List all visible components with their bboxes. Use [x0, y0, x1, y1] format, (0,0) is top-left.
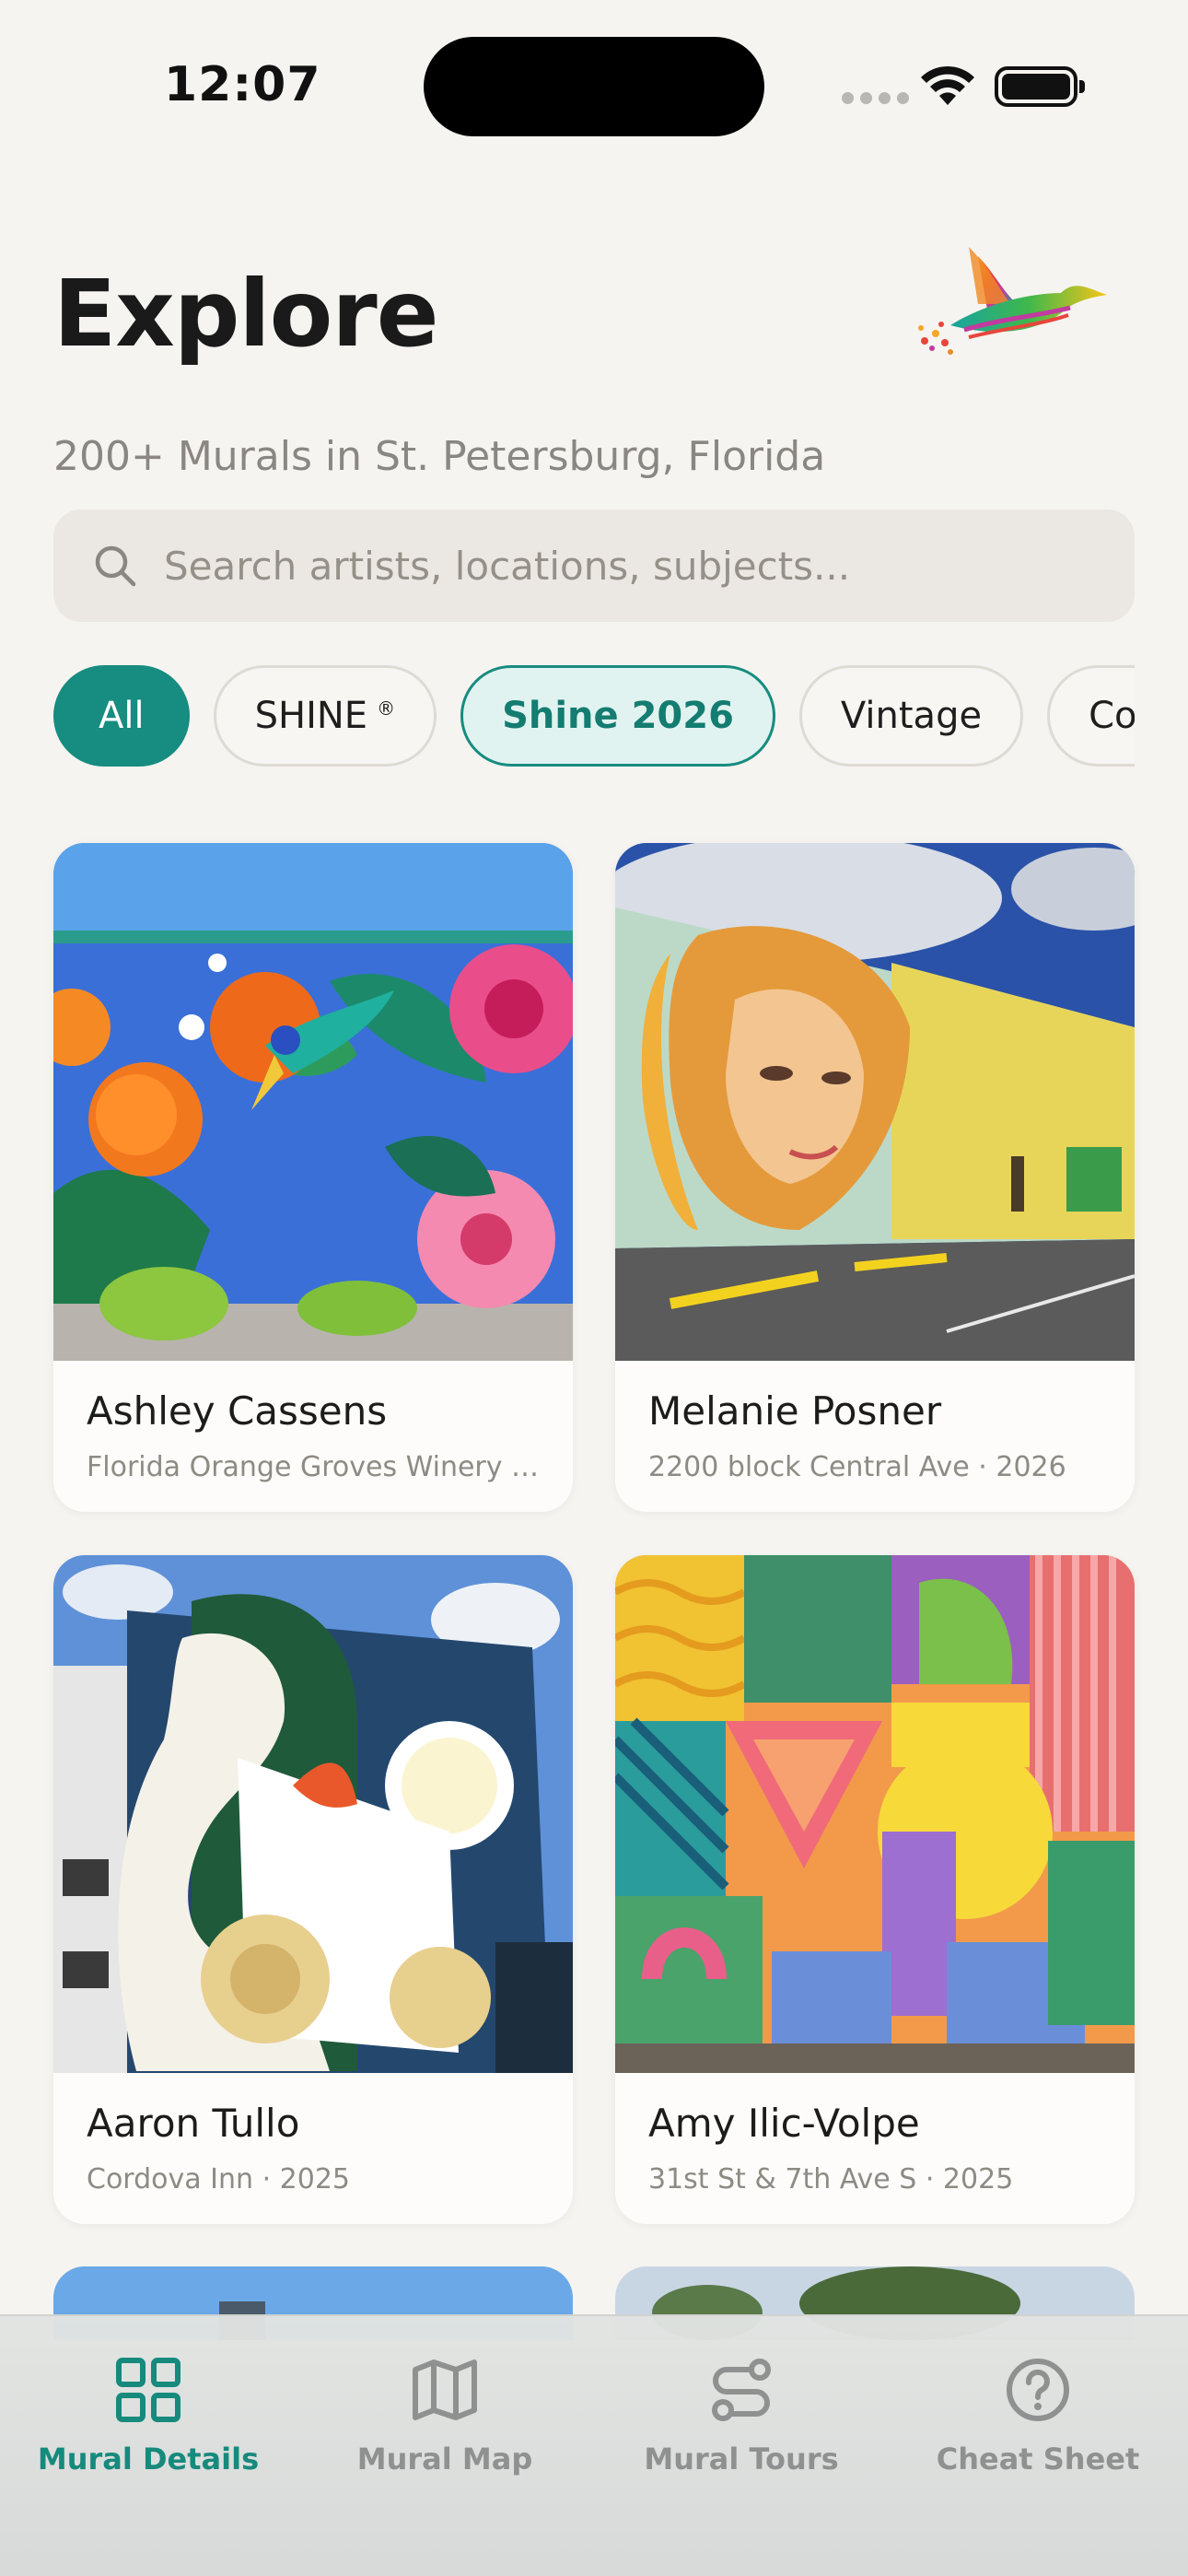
dynamic-island	[424, 37, 764, 136]
tab-label: Cheat Sheet	[936, 2441, 1140, 2476]
mural-artist: Ashley Cassens	[87, 1388, 388, 1434]
mural-location: Florida Orange Groves Winery · 2026	[87, 1451, 547, 1483]
tab-cheat-sheet[interactable]: Cheat Sheet	[890, 2344, 1186, 2528]
mural-location: Cordova Inn · 2025	[87, 2163, 351, 2195]
pelican-logo	[918, 247, 1107, 355]
page-title: Explore	[53, 260, 439, 368]
search-icon	[95, 545, 136, 587]
chip-label: All	[99, 695, 145, 737]
mural-image	[615, 1555, 1135, 2073]
cellular-signal-icon	[842, 92, 909, 104]
chip-label: Vintage	[840, 695, 983, 737]
chip-label: Shine 2026	[502, 695, 734, 737]
mural-image	[615, 843, 1135, 1361]
mural-artist: Amy Ilic-Volpe	[648, 2101, 920, 2146]
tab-mural-tours[interactable]: Mural Tours	[593, 2344, 890, 2528]
mural-card[interactable]: Ashley Cassens Florida Orange Groves Win…	[53, 843, 573, 1512]
chip-community[interactable]: Commi	[1047, 665, 1135, 767]
wifi-icon	[921, 65, 974, 105]
help-circle-icon	[1007, 2359, 1069, 2421]
mural-card[interactable]: Melanie Posner 2200 block Central Ave · …	[615, 843, 1135, 1512]
chip-label: SHINE	[254, 695, 368, 737]
mural-location: 31st St & 7th Ave S · 2025	[648, 2163, 1014, 2195]
mural-location: 2200 block Central Ave · 2026	[648, 1451, 1066, 1483]
tab-label: Mural Details	[37, 2441, 260, 2476]
page-subtitle: 200+ Murals in St. Petersburg, Florida	[53, 433, 826, 480]
route-icon	[712, 2359, 771, 2421]
status-bar: 12:07	[0, 0, 1188, 175]
mural-image	[53, 843, 573, 1361]
search-bar[interactable]	[53, 509, 1135, 622]
search-input[interactable]	[164, 543, 1085, 589]
status-time: 12:07	[164, 57, 321, 112]
tab-mural-details[interactable]: Mural Details	[0, 2344, 297, 2528]
chip-all[interactable]: All	[53, 665, 190, 767]
mural-image	[53, 1555, 573, 2073]
mural-artist: Melanie Posner	[648, 1388, 942, 1434]
bottom-tab-bar: Mural Details Mural Map Mural Tours Chea…	[0, 2314, 1188, 2576]
mural-card[interactable]: Aaron Tullo Cordova Inn · 2025	[53, 1555, 573, 2224]
filter-chips: All SHINE ® Shine 2026 Vintage Commi	[53, 665, 1135, 768]
battery-icon	[995, 66, 1085, 107]
tab-label: Mural Map	[356, 2441, 533, 2476]
chip-vintage[interactable]: Vintage	[798, 665, 1024, 767]
tab-label: Mural Tours	[644, 2441, 839, 2476]
chip-shine-2026[interactable]: Shine 2026	[460, 665, 775, 767]
chip-label: Commi	[1089, 695, 1135, 737]
mural-card[interactable]: Amy Ilic-Volpe 31st St & 7th Ave S · 202…	[615, 1555, 1135, 2224]
tab-mural-map[interactable]: Mural Map	[297, 2344, 593, 2528]
chip-shine[interactable]: SHINE ®	[213, 665, 437, 767]
registered-mark: ®	[377, 697, 396, 720]
mural-artist: Aaron Tullo	[87, 2101, 300, 2146]
map-icon	[413, 2359, 477, 2420]
grid-icon	[116, 2358, 181, 2422]
